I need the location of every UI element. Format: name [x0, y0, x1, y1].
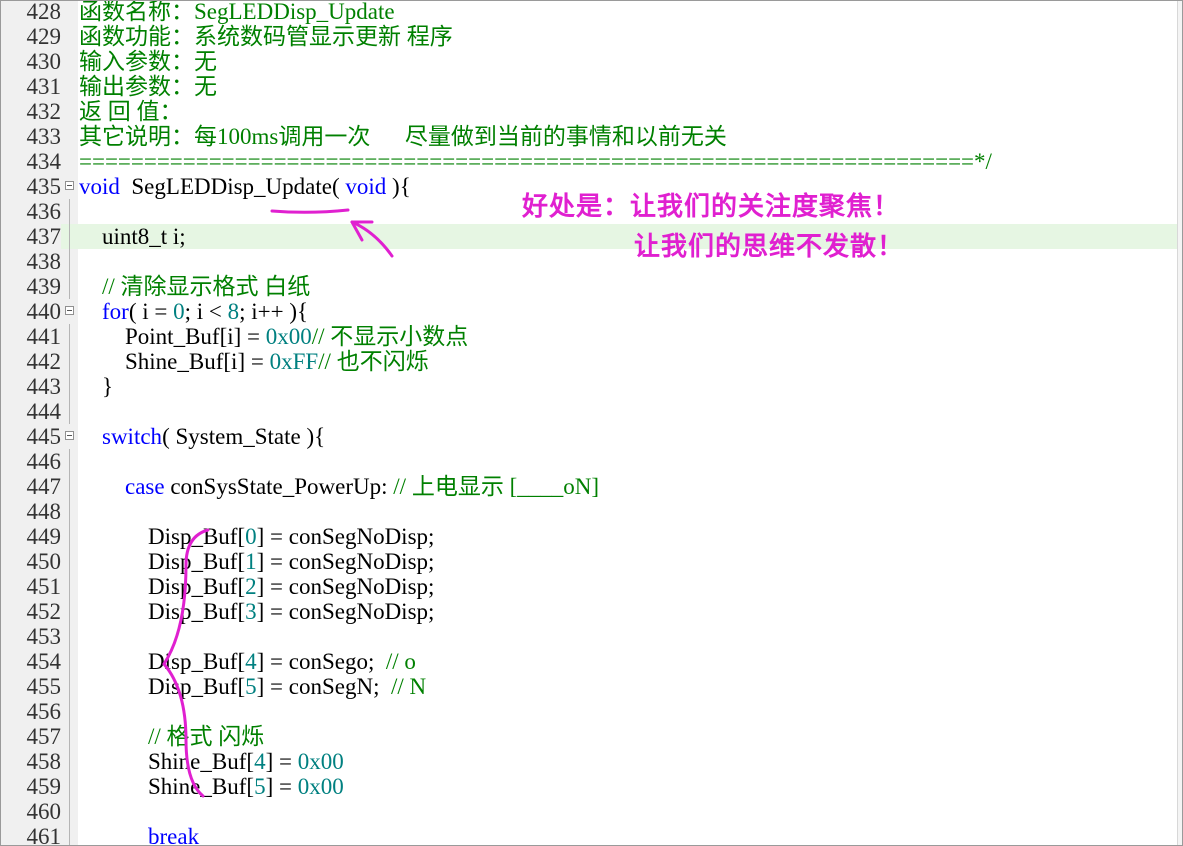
annotation-strokes [162, 208, 394, 798]
annotation-text-2: 让我们的思维不发散！ [634, 232, 905, 262]
underline-stroke [270, 208, 350, 214]
arrow-stroke [350, 220, 394, 258]
curly-brace-stroke [162, 528, 210, 798]
annotation-text-1: 好处是：让我们的关注度聚焦！ [522, 192, 901, 222]
